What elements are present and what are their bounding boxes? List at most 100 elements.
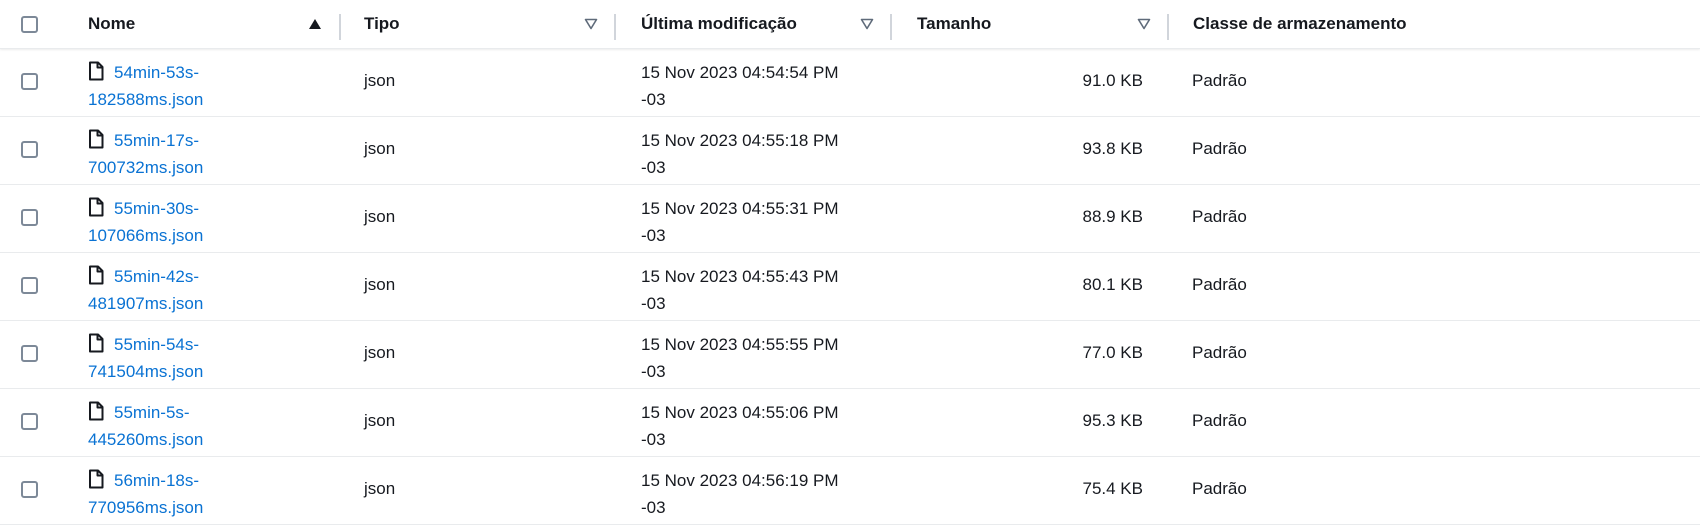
select-all-checkbox[interactable] [21, 16, 38, 33]
object-name-link[interactable]: 56min-18s- 770956ms.json [88, 469, 204, 517]
sort-toggle-icon[interactable] [1136, 17, 1152, 31]
file-icon [89, 197, 104, 217]
modified-date-line2: -03 [641, 158, 666, 177]
modified-date-line1: 15 Nov 2023 04:54:54 PM [641, 63, 839, 82]
row-checkbox[interactable] [21, 73, 38, 90]
table-row[interactable]: 55min-42s- 481907ms.json json 15 Nov 2023… [0, 253, 1700, 321]
column-resizer-modified[interactable] [890, 14, 892, 40]
object-storage-class: Padrão [1192, 139, 1247, 158]
modified-date-line1: 15 Nov 2023 04:56:19 PM [641, 471, 839, 490]
object-type: json [364, 343, 396, 362]
row-checkbox-cell [21, 345, 38, 362]
object-modified-date: 15 Nov 2023 04:55:55 PM -03 [641, 331, 871, 385]
table-header: Nome Tipo Última modificação Tamanho Cla… [0, 0, 1700, 49]
object-type: json [364, 139, 396, 158]
object-type: json [364, 479, 396, 498]
object-name-line1: 54min-53s- [114, 63, 200, 82]
modified-date-line1: 15 Nov 2023 04:55:31 PM [641, 199, 839, 218]
modified-date-line2: -03 [641, 226, 666, 245]
table-row[interactable]: 55min-5s- 445260ms.json json 15 Nov 2023 … [0, 389, 1700, 457]
row-checkbox[interactable] [21, 209, 38, 226]
object-size: 93.8 KB [1082, 139, 1144, 158]
object-modified-date: 15 Nov 2023 04:55:31 PM -03 [641, 195, 871, 249]
object-name-line1: 56min-18s- [114, 471, 200, 490]
table-row[interactable]: 55min-17s- 700732ms.json json 15 Nov 2023… [0, 117, 1700, 185]
row-checkbox[interactable] [21, 277, 38, 294]
column-header-name-label: Nome [88, 14, 136, 33]
row-checkbox-cell [21, 141, 38, 158]
column-header-modified[interactable]: Última modificação [641, 0, 797, 48]
object-name-line2: 481907ms.json [88, 294, 204, 313]
select-all-checkbox-cell [21, 16, 38, 33]
object-size: 91.0 KB [1082, 71, 1144, 90]
sort-toggle-icon[interactable] [583, 17, 599, 31]
modified-date-line1: 15 Nov 2023 04:55:18 PM [641, 131, 839, 150]
modified-date-line2: -03 [641, 430, 666, 449]
object-type: json [364, 71, 396, 90]
file-icon [89, 61, 104, 81]
object-name-cell: 55min-42s- 481907ms.json [88, 263, 278, 317]
column-resizer-name[interactable] [339, 14, 341, 40]
row-checkbox-cell [21, 73, 38, 90]
object-name-cell: 55min-5s- 445260ms.json [88, 399, 278, 453]
sort-toggle-icon[interactable] [859, 17, 875, 31]
table-row[interactable]: 55min-30s- 107066ms.json json 15 Nov 2023… [0, 185, 1700, 253]
column-header-type[interactable]: Tipo [364, 0, 400, 48]
column-resizer-size[interactable] [1167, 14, 1169, 40]
object-type: json [364, 411, 396, 430]
column-header-modified-label: Última modificação [641, 14, 797, 33]
object-name-line2: 700732ms.json [88, 158, 204, 177]
column-resizer-type[interactable] [614, 14, 616, 40]
row-checkbox-cell [21, 277, 38, 294]
object-size: 88.9 KB [1082, 207, 1144, 226]
object-name-link[interactable]: 55min-5s- 445260ms.json [88, 401, 203, 449]
object-storage-class: Padrão [1192, 411, 1247, 430]
object-name-link[interactable]: 55min-54s- 741504ms.json [88, 333, 203, 381]
object-name-line2: 107066ms.json [88, 226, 204, 245]
object-storage-class: Padrão [1192, 479, 1247, 498]
column-header-storage-class[interactable]: Classe de armazenamento [1193, 0, 1407, 48]
row-checkbox[interactable] [21, 481, 38, 498]
object-name-line1: 55min-42s- [114, 267, 200, 286]
object-name-link[interactable]: 54min-53s- 182588ms.json [88, 61, 204, 109]
column-header-type-label: Tipo [364, 14, 400, 33]
object-name-cell: 55min-30s- 107066ms.json [88, 195, 278, 249]
file-icon [89, 401, 104, 421]
object-name-line2: 770956ms.json [88, 498, 204, 517]
table-row[interactable]: 55min-54s- 741504ms.json json 15 Nov 2023… [0, 321, 1700, 389]
object-storage-class: Padrão [1192, 343, 1247, 362]
row-checkbox[interactable] [21, 413, 38, 430]
modified-date-line1: 15 Nov 2023 04:55:55 PM [641, 335, 839, 354]
modified-date-line1: 15 Nov 2023 04:55:06 PM [641, 403, 839, 422]
object-name-cell: 54min-53s- 182588ms.json [88, 59, 278, 113]
table-row[interactable]: 56min-18s- 770956ms.json json 15 Nov 2023… [0, 457, 1700, 525]
column-header-size[interactable]: Tamanho [917, 0, 991, 48]
object-name-link[interactable]: 55min-17s- 700732ms.json [88, 129, 204, 177]
object-name-link[interactable]: 55min-42s- 481907ms.json [88, 265, 204, 313]
sort-ascending-icon[interactable] [307, 17, 323, 31]
table-row[interactable]: 54min-53s- 182588ms.json json 15 Nov 2023… [0, 49, 1700, 117]
object-name-cell: 55min-17s- 700732ms.json [88, 127, 278, 181]
column-header-name[interactable]: Nome [88, 0, 135, 48]
object-name-line1: 55min-30s- [114, 199, 200, 218]
object-name-link[interactable]: 55min-30s- 107066ms.json [88, 197, 204, 245]
modified-date-line2: -03 [641, 498, 666, 517]
object-size: 80.1 KB [1082, 275, 1144, 294]
object-storage-class: Padrão [1192, 275, 1247, 294]
table-body: 54min-53s- 182588ms.json json 15 Nov 2023… [0, 49, 1700, 525]
file-icon [89, 469, 104, 489]
object-modified-date: 15 Nov 2023 04:55:43 PM -03 [641, 263, 871, 317]
file-icon [89, 129, 104, 149]
object-type: json [364, 275, 396, 294]
row-checkbox-cell [21, 413, 38, 430]
object-name-line1: 55min-17s- [114, 131, 200, 150]
row-checkbox[interactable] [21, 141, 38, 158]
row-checkbox[interactable] [21, 345, 38, 362]
column-header-size-label: Tamanho [917, 14, 992, 33]
object-storage-class: Padrão [1192, 71, 1247, 90]
objects-table: Nome Tipo Última modificação Tamanho Cla… [0, 0, 1700, 525]
object-name-line1: 55min-54s- [114, 335, 200, 354]
modified-date-line1: 15 Nov 2023 04:55:43 PM [641, 267, 839, 286]
object-modified-date: 15 Nov 2023 04:54:54 PM -03 [641, 59, 871, 113]
object-name-line2: 182588ms.json [88, 90, 204, 109]
